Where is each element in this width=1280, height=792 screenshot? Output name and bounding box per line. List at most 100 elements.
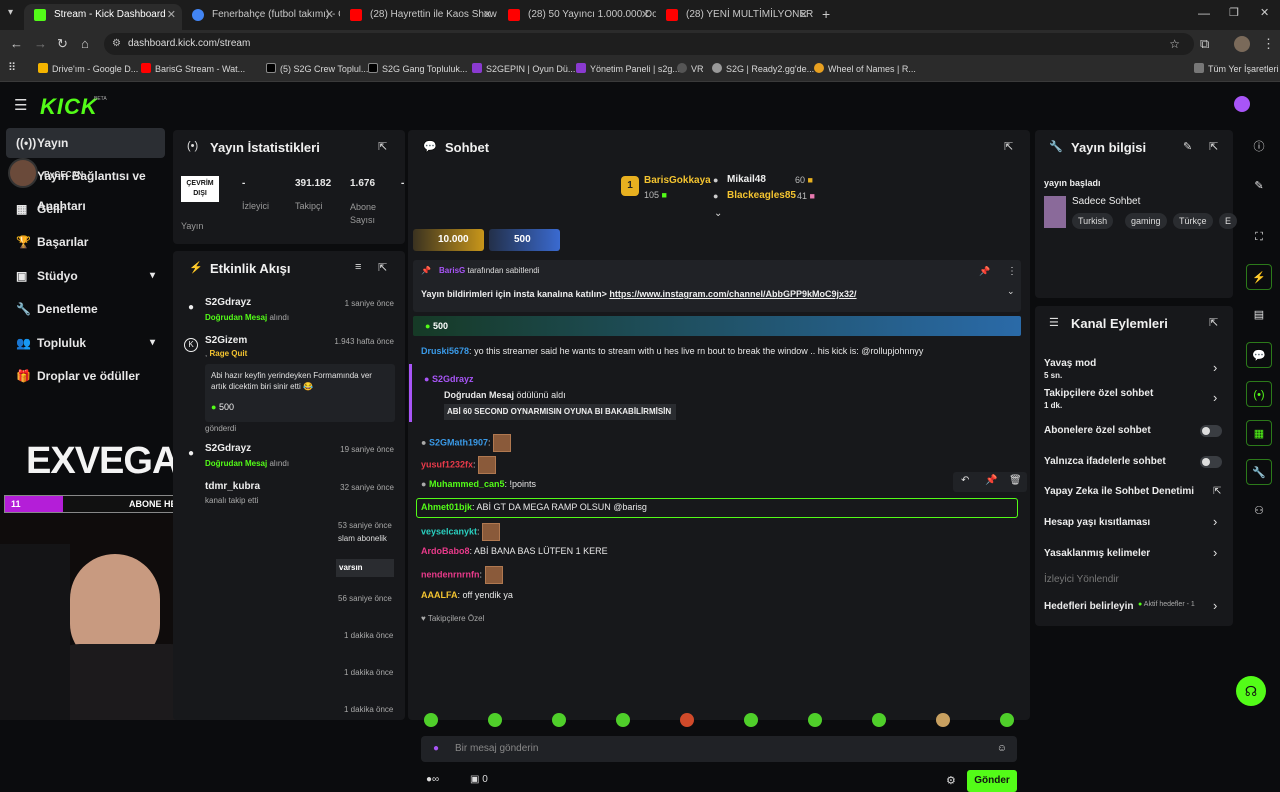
tab-youtube-3[interactable]: (28) YENİ MULTİMİLYONER AR ✕: [656, 4, 814, 30]
user-avatar[interactable]: [1234, 96, 1250, 112]
expand-leaderboard-icon[interactable]: ⌄: [714, 208, 722, 219]
crop-icon[interactable]: ⛶: [1246, 224, 1272, 250]
filter-icon[interactable]: ≡: [355, 261, 361, 273]
emote-icon[interactable]: [680, 713, 694, 727]
forward-icon[interactable]: →: [34, 36, 47, 51]
popout-icon[interactable]: ⇱: [1004, 140, 1013, 153]
sidebar-item-topluluk[interactable]: 👥 Topluluk ▾: [6, 328, 165, 358]
sidebar-item-yayin[interactable]: ((•)) Yayın: [6, 128, 165, 158]
leader-name[interactable]: BarisGokkaya: [644, 175, 711, 186]
bookmark-yonetim[interactable]: Yönetim Paneli | s2g...: [576, 63, 680, 74]
all-bookmarks[interactable]: Tüm Yer İşaretleri: [1194, 63, 1279, 74]
points-icon[interactable]: ●∞: [426, 774, 439, 785]
send-button[interactable]: Gönder: [967, 770, 1017, 792]
bookmark-star-icon[interactable]: ☆: [1169, 33, 1180, 55]
popout-icon[interactable]: ⇱: [1209, 140, 1218, 153]
edit-icon[interactable]: ✎: [1183, 140, 1192, 153]
emote-icon[interactable]: [616, 713, 630, 727]
bookmark-vr[interactable]: VR: [677, 63, 704, 74]
gift-pill[interactable]: 500: [489, 229, 560, 251]
emote-icon[interactable]: [1000, 713, 1014, 727]
hamburger-menu-icon[interactable]: ☰: [14, 96, 27, 114]
popout-icon[interactable]: ⇱: [1209, 316, 1218, 329]
instagram-link[interactable]: https://www.instagram.com/channel/AbbGPP…: [609, 289, 856, 299]
subscribers-only-toggle[interactable]: [1200, 425, 1222, 437]
emote-icon[interactable]: [488, 713, 502, 727]
minimize-icon[interactable]: —: [1198, 6, 1210, 20]
back-icon[interactable]: ←: [10, 36, 23, 51]
apps-grid-icon[interactable]: ⠿: [8, 61, 16, 74]
close-tab-icon[interactable]: ✕: [167, 4, 176, 26]
bookmark-s2g-crew[interactable]: (5) S2G Crew Toplul...: [266, 63, 368, 74]
maximize-icon[interactable]: ❐: [1229, 6, 1239, 19]
pen-icon[interactable]: ✎: [1246, 173, 1272, 199]
users-icon[interactable]: ⚇: [1246, 498, 1272, 524]
emotes-only-toggle[interactable]: [1200, 456, 1222, 468]
microphone-icon[interactable]: ●: [433, 736, 439, 762]
close-tab-icon[interactable]: ✕: [325, 4, 334, 26]
emote-icon[interactable]: [808, 713, 822, 727]
site-info-icon[interactable]: ⚙: [112, 33, 121, 55]
tab-youtube-2[interactable]: (28) 50 Yayıncı 1.000.000 Dolar ✕: [498, 4, 656, 30]
bookmark-drive[interactable]: Drive'ım - Google D...: [38, 63, 138, 74]
gift-box-icon[interactable]: ▣ 0: [470, 774, 488, 785]
reply-icon[interactable]: ↶: [961, 475, 969, 486]
support-headset-icon[interactable]: ☊: [1236, 676, 1266, 706]
wrench-icon[interactable]: 🔧: [1246, 459, 1272, 485]
close-tab-icon[interactable]: ✕: [483, 4, 492, 26]
lightning-icon[interactable]: ⚡: [1246, 264, 1272, 290]
more-options-icon[interactable]: ⋮: [1007, 266, 1017, 277]
popout-icon[interactable]: ⇱: [378, 261, 387, 274]
leader-name[interactable]: Mikail48: [727, 174, 766, 185]
sidebar-item-denetleme[interactable]: 🔧 Denetleme: [6, 294, 165, 324]
emote-icon[interactable]: [872, 713, 886, 727]
tab-fenerbahce[interactable]: Fenerbahçe (futbol takımı) - Go ✕: [182, 4, 340, 30]
home-icon[interactable]: ⌂: [81, 36, 89, 51]
gift-pill[interactable]: 10.000: [413, 229, 484, 251]
tag-chip[interactable]: Turkish: [1072, 213, 1114, 229]
tag-chip[interactable]: E: [1219, 213, 1238, 229]
emote-icon[interactable]: [936, 713, 950, 727]
bookmark-s2g-gang[interactable]: S2G Gang Topluluk...: [368, 63, 467, 74]
info-icon[interactable]: ⓘ: [1246, 134, 1272, 160]
tag-chip[interactable]: gaming: [1125, 213, 1167, 229]
popout-icon[interactable]: ⇱: [378, 140, 387, 153]
emoji-picker-icon[interactable]: ☺: [997, 736, 1007, 762]
sidebar-item-droplar[interactable]: 🎁 Droplar ve ödüller: [6, 361, 165, 391]
close-tab-icon[interactable]: ✕: [799, 4, 808, 26]
chat-input[interactable]: ● Bir mesaj gönderin ☺: [421, 736, 1017, 762]
bookmark-barisg-stream[interactable]: BarisG Stream - Wat...: [141, 63, 245, 74]
tab-menu-icon[interactable]: ▾: [8, 7, 13, 18]
layout-icon[interactable]: ▦: [1246, 420, 1272, 446]
close-window-icon[interactable]: ✕: [1260, 6, 1269, 19]
profile-avatar[interactable]: [1234, 36, 1250, 52]
leader-name[interactable]: Blackeagles85: [727, 190, 796, 201]
emote-icon[interactable]: [424, 713, 438, 727]
delete-icon[interactable]: 🗑: [1009, 475, 1022, 486]
tag-chip[interactable]: Türkçe: [1173, 213, 1213, 229]
bookmark-s2gepin[interactable]: S2GEPIN | Oyun Dü...: [472, 63, 575, 74]
sidebar-item-basarilar[interactable]: 🏆 Başarılar: [6, 227, 165, 257]
document-icon[interactable]: ▤: [1246, 302, 1272, 328]
bookmark-s2g-ready[interactable]: S2G | Ready2.gg'de...: [712, 63, 814, 74]
tab-youtube-1[interactable]: (28) Hayrettin ile Kaos Show - 2 ✕: [340, 4, 498, 30]
extensions-icon[interactable]: ⧉: [1200, 36, 1209, 52]
emote-icon[interactable]: [744, 713, 758, 727]
browser-menu-icon[interactable]: ⋮: [1262, 36, 1275, 52]
chat-icon[interactable]: 💬: [1246, 342, 1272, 368]
bookmark-wheel-of-names[interactable]: Wheel of Names | R...: [814, 63, 916, 74]
tab-kick-dashboard[interactable]: Stream - Kick Dashboard ✕: [24, 4, 182, 30]
emote-icon[interactable]: [552, 713, 566, 727]
broadcast-icon[interactable]: (•): [1246, 381, 1272, 407]
url-input[interactable]: ⚙ dashboard.kick.com/stream ☆: [104, 33, 1194, 55]
unpin-icon[interactable]: 📌: [979, 266, 990, 277]
new-tab-icon[interactable]: +: [822, 6, 830, 22]
kick-logo[interactable]: KICK: [40, 94, 98, 120]
sidebar-item-studyo[interactable]: ▣ Stüdyo ▾: [6, 261, 165, 291]
close-tab-icon[interactable]: ✕: [641, 4, 650, 26]
reload-icon[interactable]: ↻: [57, 36, 68, 52]
chevron-down-icon[interactable]: ⌄: [1007, 286, 1015, 297]
pin-icon[interactable]: 📌: [985, 475, 997, 486]
sidebar-item-gelir[interactable]: ▦ Gelir: [6, 194, 165, 224]
chat-settings-icon[interactable]: ⚙: [946, 774, 956, 787]
